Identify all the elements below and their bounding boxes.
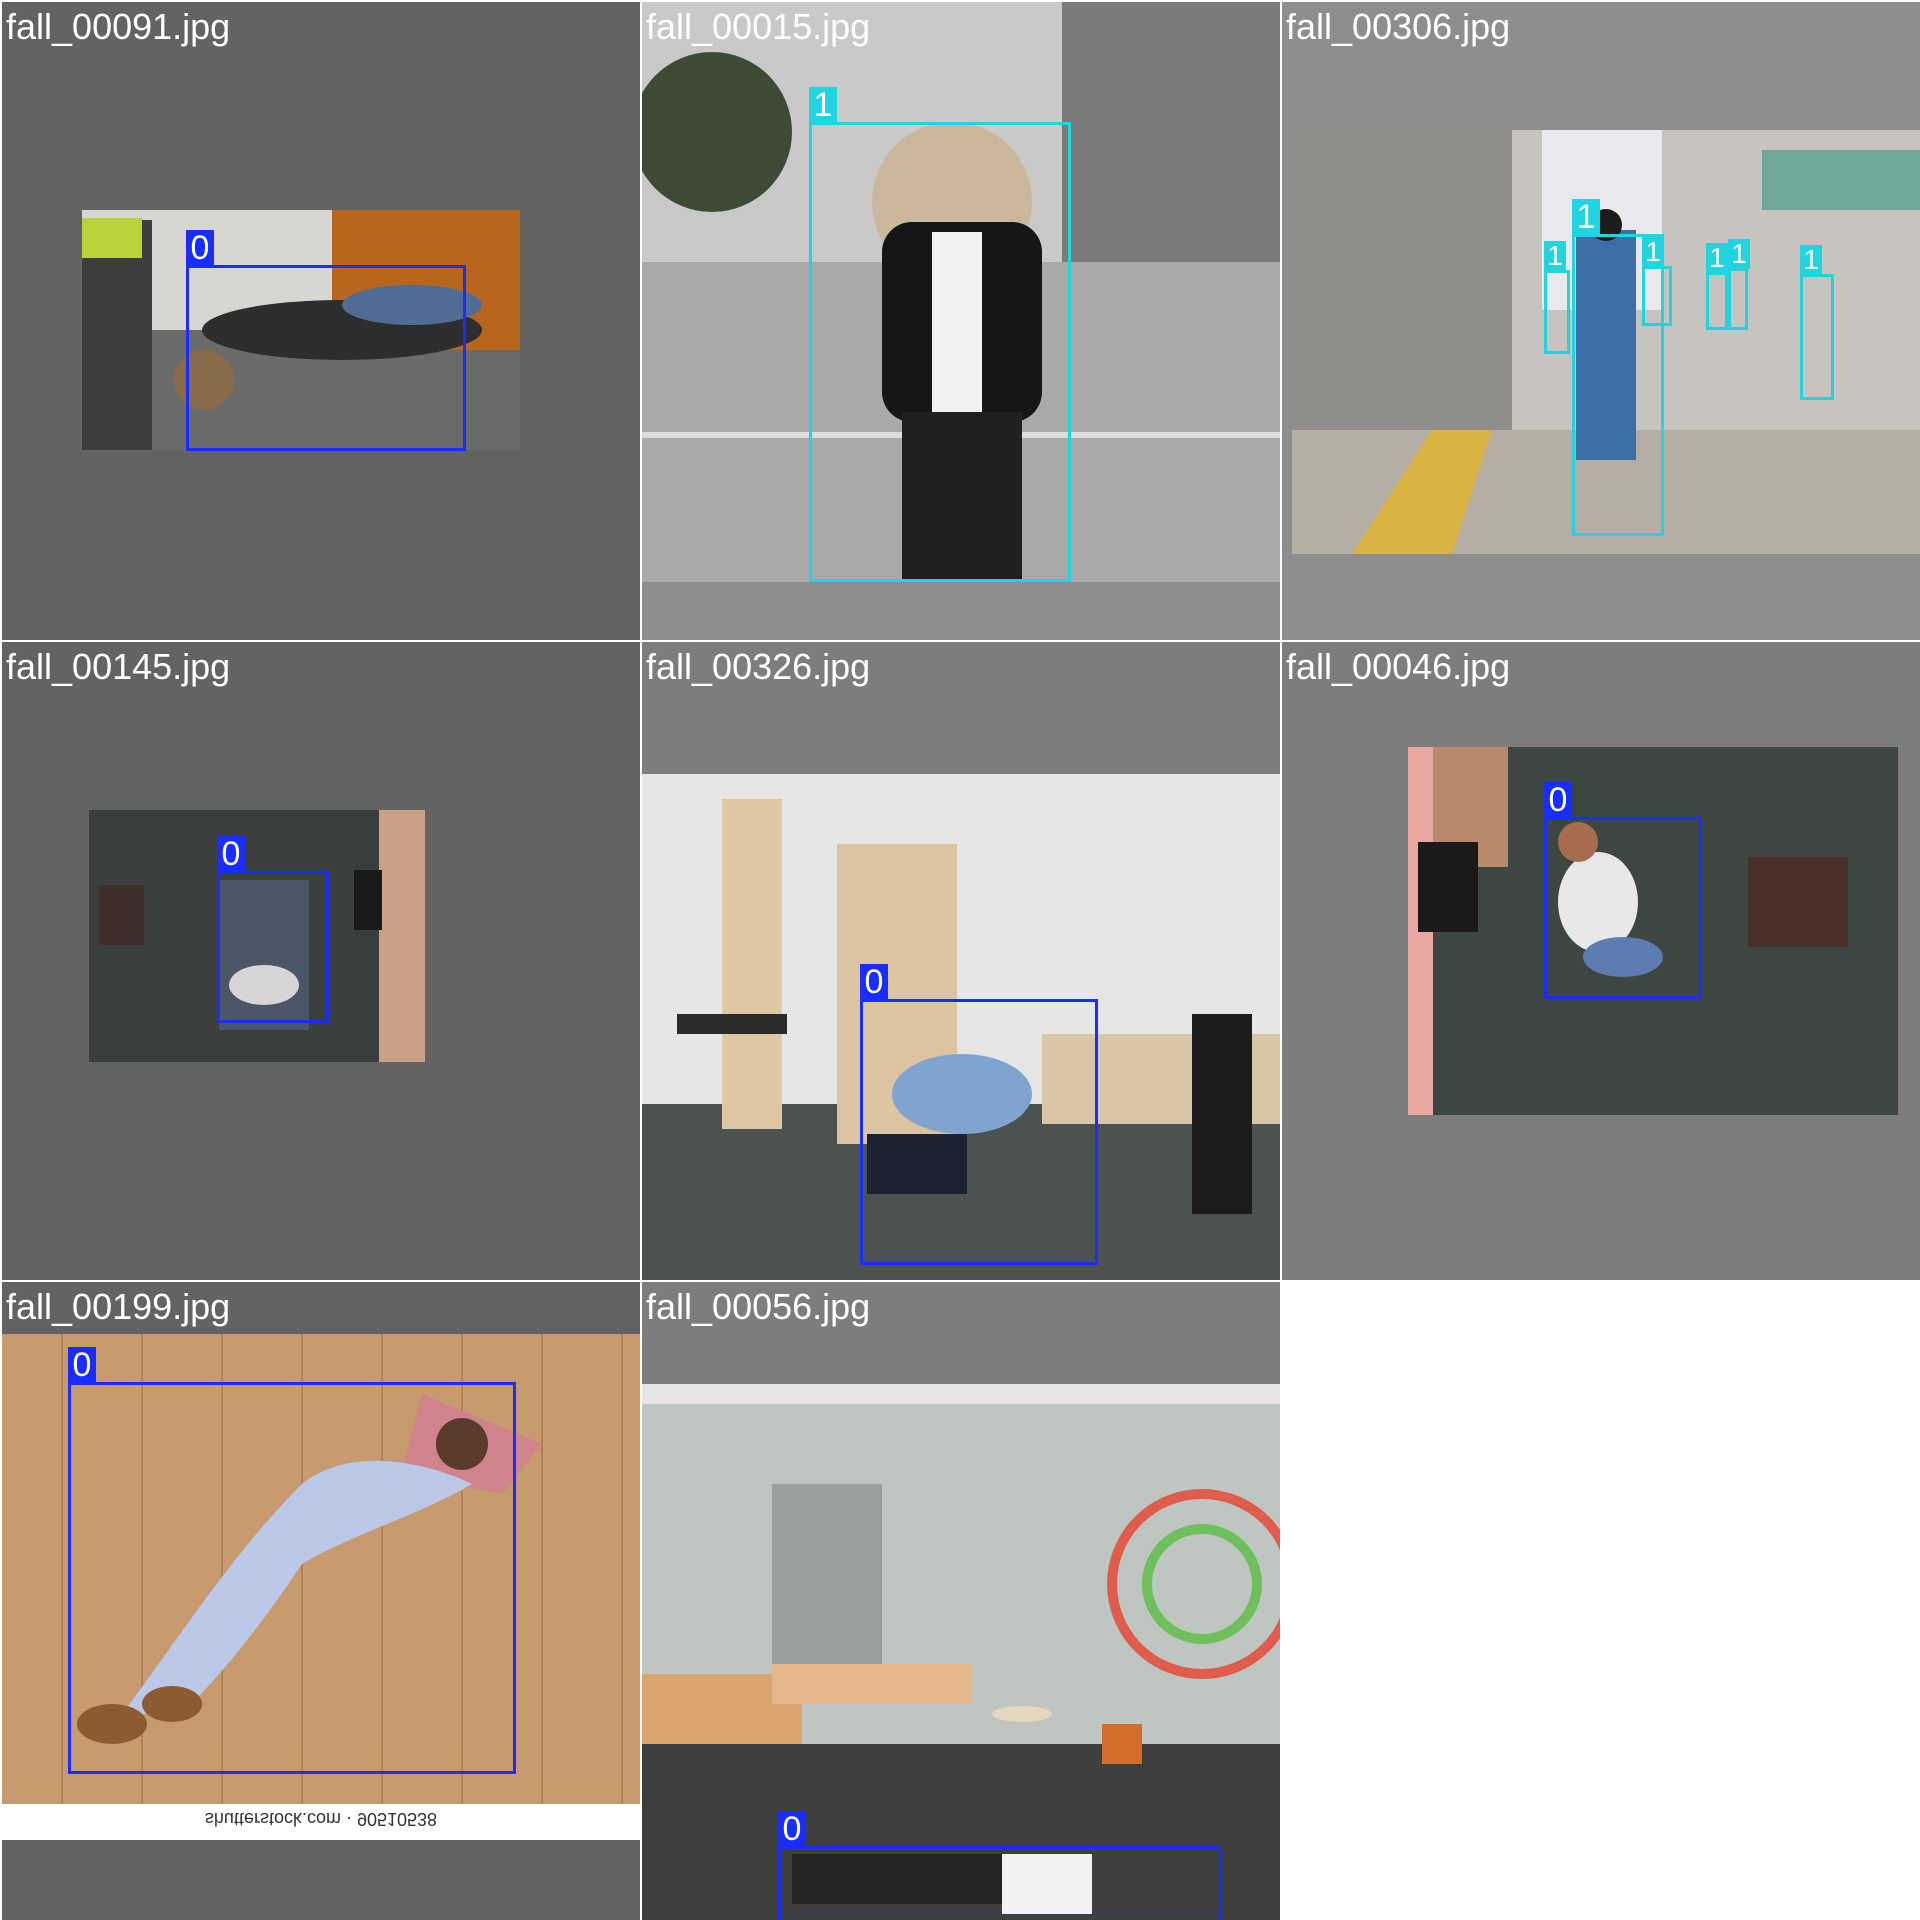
bbox-class-1: 1 (809, 87, 1071, 582)
tile-filename: fall_00145.jpg (6, 646, 231, 687)
tile-fall-00326: 0 fall_00326.jpg (642, 642, 1280, 1280)
bbox-class-1: 1 (1544, 241, 1570, 354)
class-label: 0 (68, 1347, 96, 1383)
tile-filename: fall_00091.jpg (6, 6, 231, 47)
bbox-class-1: 1 (1706, 243, 1728, 330)
tile-fall-00046: 0 fall_00046.jpg (1282, 642, 1920, 1280)
class-label: 0 (1544, 782, 1572, 818)
tile-filename: fall_00199.jpg (6, 1286, 231, 1327)
photo-lobby-fall (642, 1384, 1280, 1920)
class-label: 0 (778, 1811, 806, 1847)
bbox-class-1: 1 (1728, 239, 1750, 330)
tile-fall-00015: 1 fall_00015.jpg (642, 2, 1280, 640)
bbox-class-0: 0 (68, 1347, 516, 1774)
bbox-class-1: 1 (1800, 245, 1834, 400)
watermark-text: shutterstock.com · 90510538 (204, 1809, 438, 1829)
class-label: 1 (1706, 243, 1728, 273)
tile-fall-00056: 0 fall_00056.jpg (642, 1282, 1280, 1920)
class-label: 0 (860, 964, 888, 1000)
bbox-class-0: 0 (217, 836, 329, 1023)
bbox-class-0: 0 (860, 964, 1098, 1265)
tile-fall-00306: 1 1 1 1 1 1 fall_00306.jpg (1282, 2, 1920, 640)
tile-filename: fall_00046.jpg (1286, 646, 1511, 687)
tile-fall-00091: 0 fall_00091.jpg (2, 2, 640, 640)
class-label: 0 (186, 230, 214, 266)
class-label: 1 (1572, 199, 1600, 235)
tile-filename: fall_00056.jpg (646, 1286, 871, 1327)
mosaic-grid: 0 fall_00091.jpg 1 fall_00015.jpg 1 1 1 … (0, 0, 1920, 1920)
tile-fall-00199: 0 shutterstock.com · 90510538 fall_00199… (2, 1282, 640, 1920)
class-label: 1 (1728, 239, 1750, 269)
class-label: 1 (1642, 237, 1664, 267)
class-label: 1 (1544, 241, 1566, 271)
bbox-class-1: 1 (1642, 237, 1672, 326)
tile-filename: fall_00015.jpg (646, 6, 871, 47)
class-label: 0 (217, 836, 245, 872)
tile-fall-00145: 0 fall_00145.jpg (2, 642, 640, 1280)
tile-filename: fall_00326.jpg (646, 646, 871, 687)
tile-filename: fall_00306.jpg (1286, 6, 1511, 47)
class-label: 1 (1800, 245, 1822, 275)
bbox-class-0: 0 (186, 230, 466, 451)
class-label: 1 (809, 87, 837, 123)
bbox-class-0: 0 (778, 1811, 1222, 1920)
bbox-class-0: 0 (1544, 782, 1702, 999)
